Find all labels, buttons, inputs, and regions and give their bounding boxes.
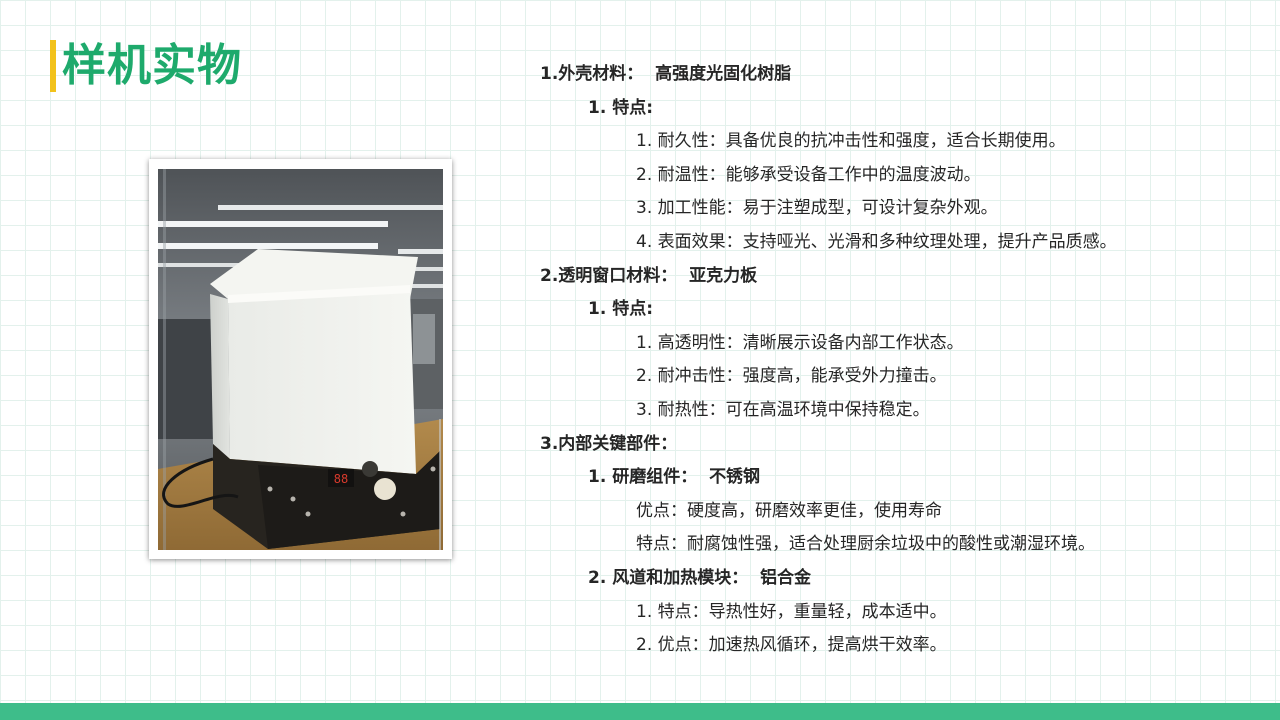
prototype-photo-image: 88 (158, 169, 443, 550)
section-heading-label: 2.透明窗口材料： (540, 265, 678, 286)
list-item: 3. 耐热性：可在高温环境中保持稳定。 (636, 399, 930, 420)
sub-heading: 1. 研磨组件： 不锈钢 (540, 461, 1260, 495)
sub-heading: 2. 风道和加热模块： 铝合金 (540, 562, 1260, 596)
sub-heading-label: 1. 研磨组件： (588, 467, 698, 488)
list-item: 4. 表面效果：支持哑光、光滑和多种纹理处理，提升产品质感。 (636, 231, 1117, 252)
sub-heading-material: 铝合金 (760, 567, 812, 588)
title-accent-bar (50, 40, 56, 92)
list-item: 1. 耐久性：具备优良的抗冲击性和强度，适合长期使用。 (636, 131, 1066, 152)
spec-content: 1.外壳材料： 高强度光固化树脂 1. 特点: 1. 耐久性：具备优良的抗冲击性… (540, 58, 1260, 663)
sub-heading: 1. 特点: (588, 97, 654, 118)
list-item: 1. 特点：导热性好，重量轻，成本适中。 (636, 601, 947, 622)
list-item: 3. 加工性能：易于注塑成型，可设计复杂外观。 (636, 198, 998, 219)
list-item: 2. 优点：加速热风循环，提高烘干效率。 (636, 635, 947, 656)
section-heading: 1.外壳材料： 高强度光固化树脂 (540, 58, 1260, 92)
section-heading-label: 1.外壳材料： (540, 64, 644, 84)
page-title: 样机实物 (62, 40, 242, 91)
sub-heading: 1. 特点: (588, 299, 654, 320)
sub-heading-material: 不锈钢 (709, 467, 761, 488)
list-item: 特点：耐腐蚀性强，适合处理厨余垃圾中的酸性或潮湿环境。 (636, 534, 1095, 555)
section-heading: 3.内部关键部件： (540, 428, 1260, 462)
section-heading-label: 3.内部关键部件： (540, 433, 678, 454)
list-item: 2. 耐温性：能够承受设备工作中的温度波动。 (636, 164, 981, 185)
footer-band (0, 703, 1280, 720)
section-material: 高强度光固化树脂 (655, 64, 792, 84)
section-heading: 2.透明窗口材料： 亚克力板 (540, 260, 1260, 294)
display-digits: 88 (334, 472, 348, 486)
prototype-photo-frame: 88 (149, 159, 452, 559)
list-item: 2. 耐冲击性：强度高，能承受外力撞击。 (636, 366, 947, 387)
section-material: 亚克力板 (689, 265, 758, 286)
list-item: 1. 高透明性：清晰展示设备内部工作状态。 (636, 332, 964, 353)
prototype-photo: 88 (158, 169, 443, 550)
sub-heading-label: 2. 风道和加热模块： (588, 567, 749, 588)
list-item: 优点：硬度高，研磨效率更佳，使用寿命 (636, 500, 942, 521)
